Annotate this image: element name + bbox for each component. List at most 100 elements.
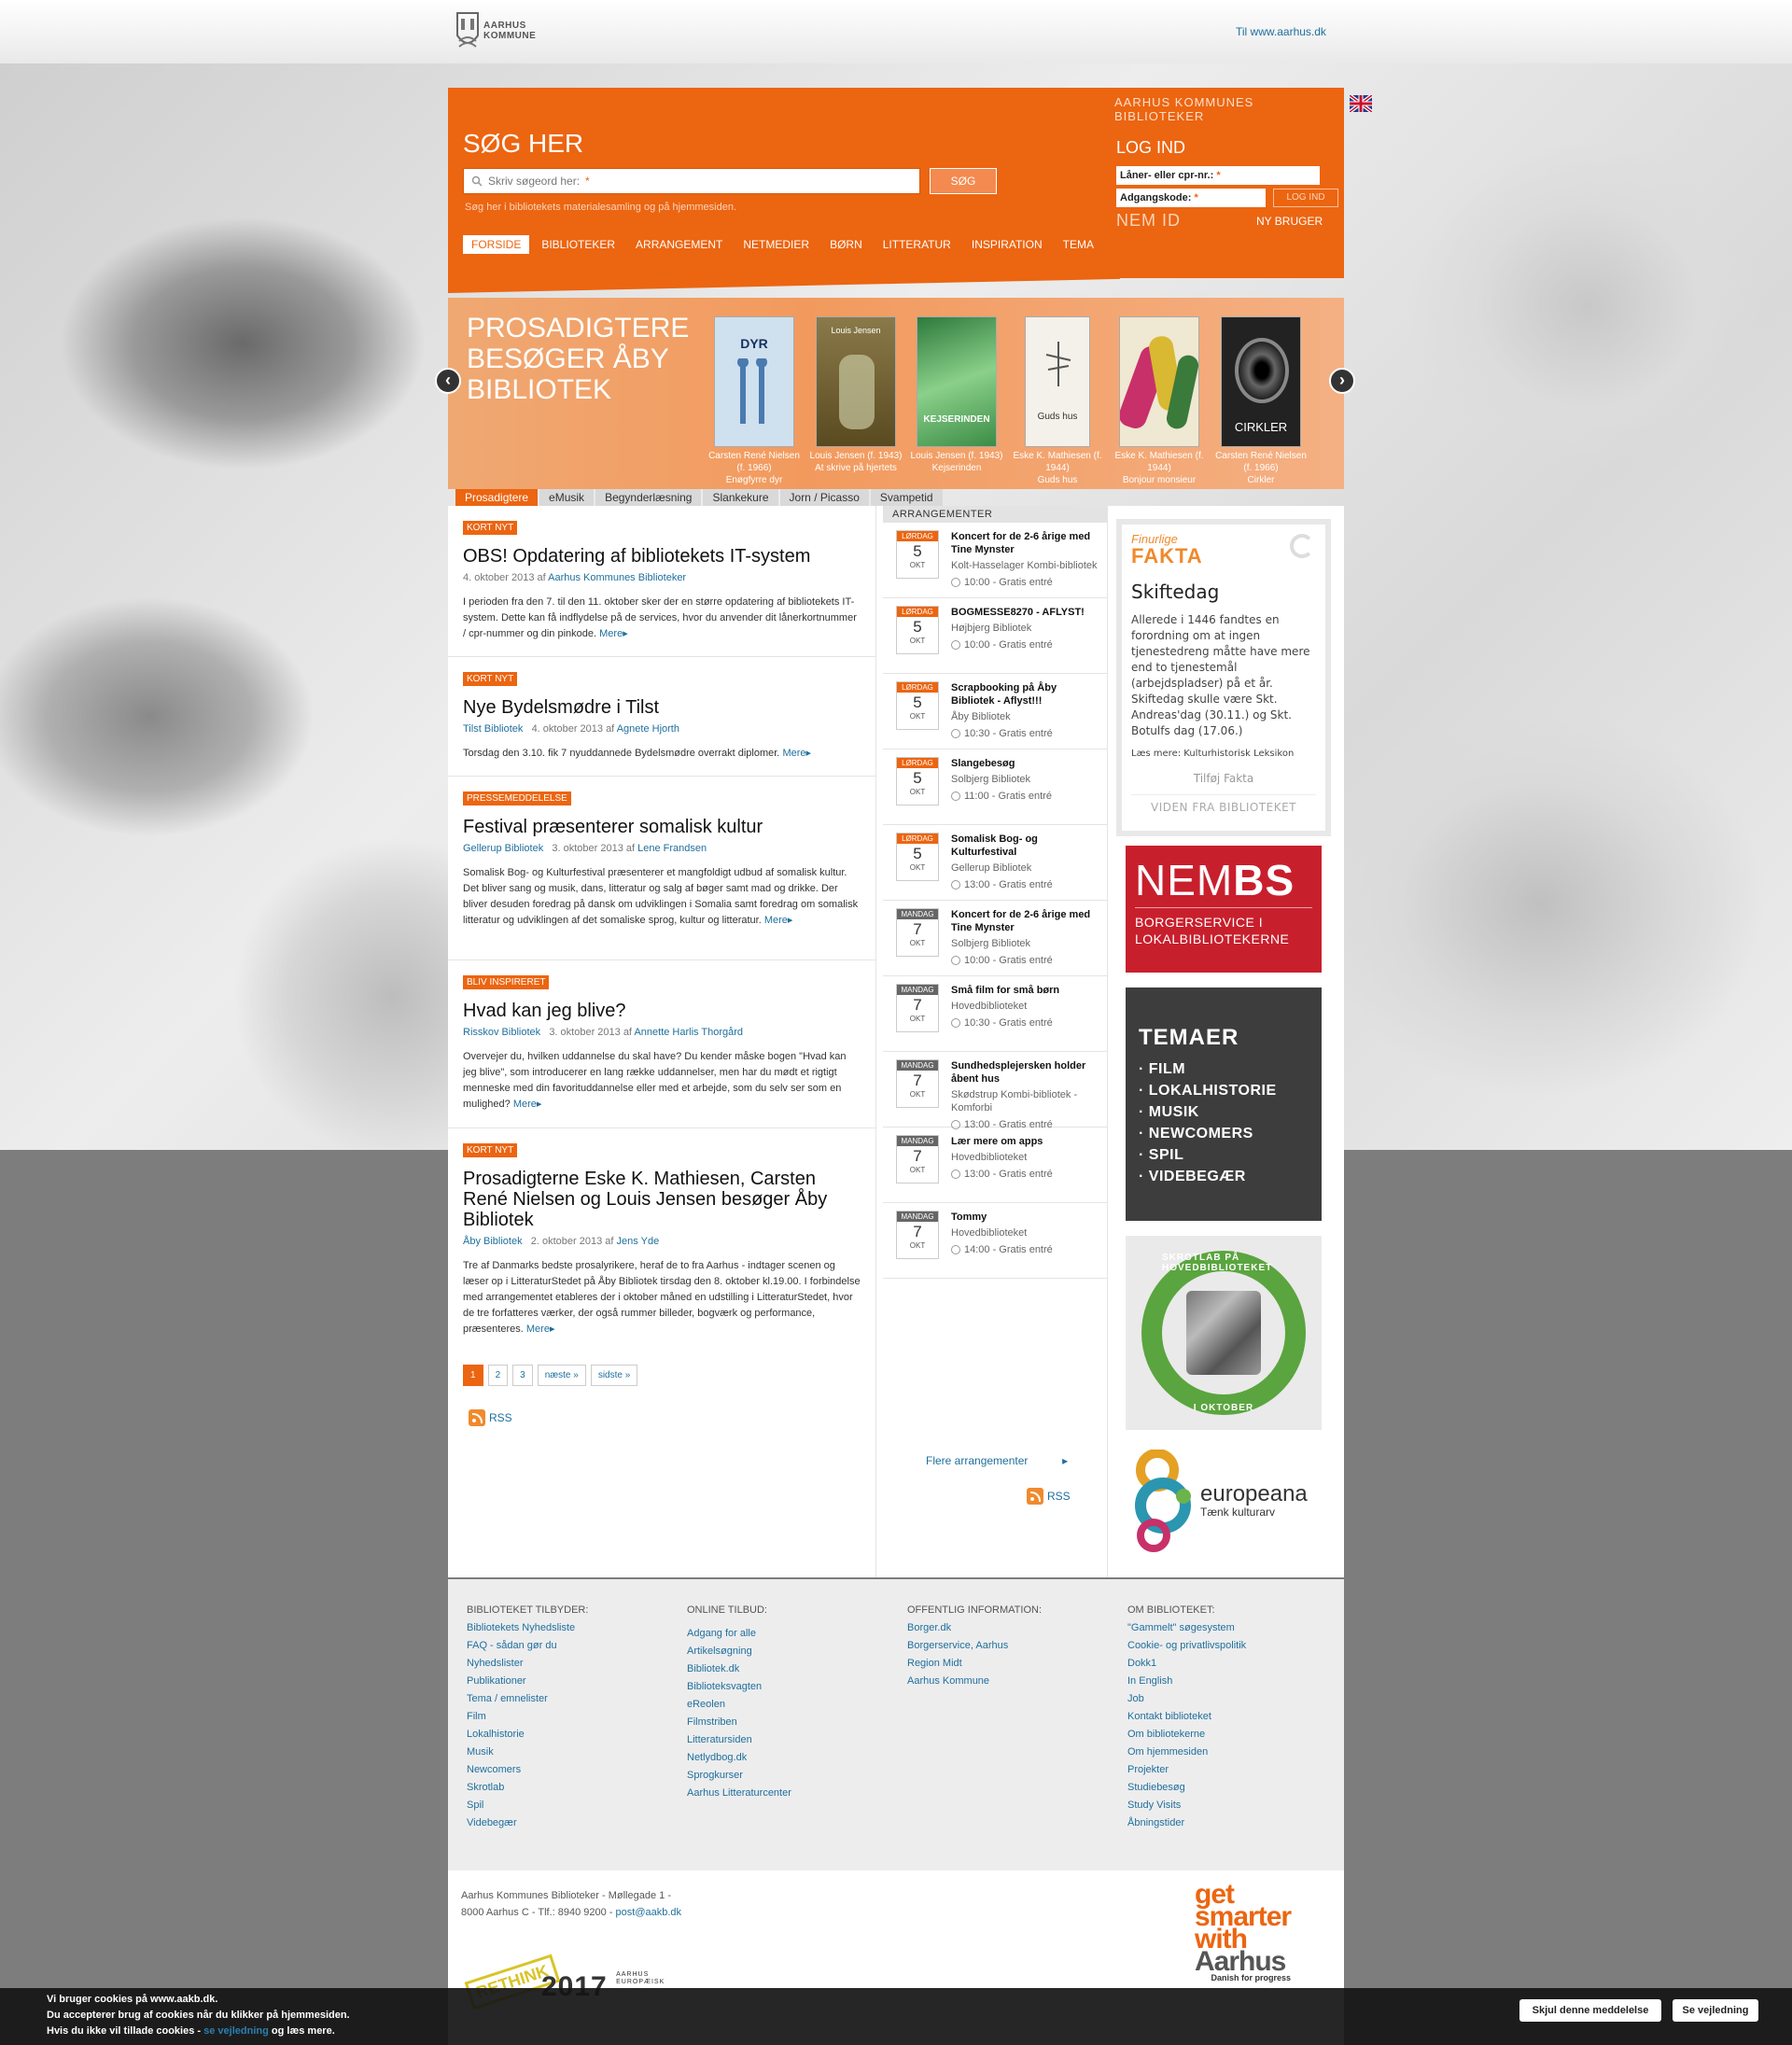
password-field[interactable]: Adgangskode: * — [1116, 189, 1266, 207]
cookie-guide-link[interactable]: se vejledning — [203, 2025, 269, 2037]
footer-link[interactable]: Skrotlab — [467, 1779, 672, 1797]
event-title[interactable]: Koncert for de 2-6 årige med Tine Mynste… — [951, 908, 1100, 934]
news-tag[interactable]: KORT NYT — [463, 521, 518, 535]
footer-link[interactable]: Om hjemmesiden — [1127, 1744, 1333, 1761]
footer-link[interactable]: "Gammelt" søgesystem — [1127, 1619, 1333, 1637]
footer-link[interactable]: Film — [467, 1708, 672, 1726]
more-link[interactable]: Mere — [782, 748, 805, 759]
footer-link[interactable]: Åbningstider — [1127, 1814, 1333, 1832]
user-id-field[interactable]: Låner- eller cpr-nr.: * — [1116, 166, 1320, 185]
footer-link[interactable]: Musik — [467, 1744, 672, 1761]
more-link[interactable]: Mere — [599, 628, 623, 639]
tab-prosadigtere[interactable]: Prosadigtere — [455, 489, 539, 506]
event-item[interactable]: LØRDAG 5 OKT Koncert for de 2-6 årige med T… — [883, 523, 1107, 598]
nav-inspiration[interactable]: INSPIRATION — [963, 235, 1051, 254]
footer-link[interactable]: Om bibliotekerne — [1127, 1726, 1333, 1744]
nembs-banner[interactable]: NEMBS BORGERSERVICE I LOKALBIBLIOTEKERNE — [1126, 846, 1322, 973]
event-title[interactable]: Slangebesøg — [951, 757, 1100, 770]
footer-link[interactable]: Tema / emnelister — [467, 1690, 672, 1708]
footer-link[interactable]: Aarhus Kommune — [907, 1673, 1113, 1690]
europeana-banner[interactable]: europeana Tænk kulturarv — [1126, 1445, 1322, 1557]
more-link[interactable]: Mere — [764, 915, 788, 926]
skrotlab-banner[interactable]: SKROTLAB PÅ HOVEDBIBLIOTEKET I OKTOBER — [1126, 1236, 1322, 1430]
carousel-prev-icon[interactable]: ‹ — [435, 368, 461, 394]
book-item[interactable]: DYR Carsten René Nielsen (f. 1966) Enøgfyr… — [707, 316, 802, 486]
footer-link[interactable]: Litteratursiden — [687, 1731, 892, 1749]
cookie-guide-button[interactable]: Se vejledning — [1673, 1999, 1758, 2022]
fakta-viden-link[interactable]: VIDEN FRA BIBLIOTEKET — [1131, 794, 1316, 814]
footer-link[interactable]: FAQ - sådan gør du — [467, 1637, 672, 1655]
get-smarter-logo[interactable]: get smarter with Aarhus Danish for progr… — [1195, 1881, 1292, 1983]
event-title[interactable]: Tommy — [951, 1211, 1100, 1224]
footer-link[interactable]: Biblioteksvagten — [687, 1678, 892, 1696]
footer-link[interactable]: Dokk1 — [1127, 1655, 1333, 1673]
tab-slankekure[interactable]: Slankekure — [703, 489, 778, 506]
nav-netmedier[interactable]: NETMEDIER — [735, 235, 818, 254]
last-page[interactable]: sidste » — [590, 1365, 638, 1386]
nav-litteratur[interactable]: LITTERATUR — [875, 235, 959, 254]
news-author[interactable]: Jens Yde — [617, 1236, 660, 1247]
news-source[interactable]: Åby Bibliotek — [463, 1236, 523, 1247]
footer-link[interactable]: Nyhedslister — [467, 1655, 672, 1673]
carousel-heading[interactable]: PROSADIGTERE BESØGER ÅBY BIBLIOTEK — [467, 313, 689, 405]
footer-link[interactable]: Region Midt — [907, 1655, 1113, 1673]
news-rss-link[interactable]: RSS — [469, 1409, 512, 1426]
more-link[interactable]: Mere — [526, 1324, 550, 1335]
event-title[interactable]: Lær mere om apps — [951, 1135, 1100, 1148]
footer-link[interactable]: Publikationer — [467, 1673, 672, 1690]
footer-link[interactable]: Aarhus Litteraturcenter — [687, 1785, 892, 1802]
footer-link[interactable]: Sprogkurser — [687, 1767, 892, 1785]
footer-link[interactable]: Borgerservice, Aarhus — [907, 1637, 1113, 1655]
news-author[interactable]: Aarhus Kommunes Biblioteker — [548, 572, 686, 583]
next-page[interactable]: næste » — [537, 1365, 586, 1386]
footer-link[interactable]: Studiebesøg — [1127, 1779, 1333, 1797]
news-source[interactable]: Gellerup Bibliotek — [463, 843, 543, 854]
footer-link[interactable]: Lokalhistorie — [467, 1726, 672, 1744]
events-rss-link[interactable]: RSS — [1027, 1488, 1071, 1505]
event-item[interactable]: LØRDAG 5 OKT Slangebesøg Solbjerg Bibliotek 1… — [883, 749, 1107, 825]
news-tag[interactable]: BLIV INSPIRERET — [463, 975, 550, 989]
event-item[interactable]: MANDAG 7 OKT Tommy Hovedbiblioteket 14:00 - G… — [883, 1203, 1107, 1279]
page-2[interactable]: 2 — [487, 1365, 509, 1386]
footer-link[interactable]: In English — [1127, 1673, 1333, 1690]
tab-begynderlaesning[interactable]: Begynderlæsning — [595, 489, 702, 506]
login-button[interactable]: LOG IND — [1273, 189, 1338, 207]
nemid-link[interactable]: NEM ID — [1116, 211, 1181, 231]
to-aarhus-link[interactable]: Til www.aarhus.dk — [1236, 25, 1326, 38]
news-tag[interactable]: KORT NYT — [463, 672, 518, 686]
search-input[interactable]: Skriv søgeord her: * — [463, 168, 920, 194]
news-title[interactable]: Prosadigterne Eske K. Mathiesen, Carsten… — [463, 1169, 861, 1230]
news-author[interactable]: Agnete Hjorth — [617, 723, 679, 735]
footer-link[interactable]: Projekter — [1127, 1761, 1333, 1779]
news-title[interactable]: Hvad kan jeg blive? — [463, 1001, 861, 1021]
footer-link[interactable]: Cookie- og privatlivspolitik — [1127, 1637, 1333, 1655]
event-title[interactable]: Små film for små børn — [951, 984, 1100, 997]
page-1[interactable]: 1 — [463, 1365, 483, 1386]
event-title[interactable]: BOGMESSE8270 - AFLYST! — [951, 606, 1100, 619]
footer-link[interactable]: Bibliotek.dk — [687, 1660, 892, 1678]
footer-link[interactable]: Netlydbog.dk — [687, 1749, 892, 1767]
news-tag[interactable]: KORT NYT — [463, 1143, 518, 1157]
footer-link[interactable]: Adgang for alle — [687, 1625, 892, 1643]
book-item[interactable]: Louis Jensen Louis Jensen (f. 1943) At skr… — [808, 316, 903, 474]
footer-link[interactable]: Filmstriben — [687, 1714, 892, 1731]
aarhus-kommune-logo[interactable]: AARHUS KOMMUNE — [455, 7, 536, 54]
carousel-next-icon[interactable]: › — [1329, 368, 1355, 394]
tab-svampetid[interactable]: Svampetid — [870, 489, 943, 506]
refresh-icon[interactable] — [1290, 534, 1314, 558]
event-item[interactable]: LØRDAG 5 OKT Scrapbooking på Åby Bibliotek … — [883, 674, 1107, 749]
tab-emusik[interactable]: eMusik — [539, 489, 595, 506]
book-item[interactable]: Eske K. Mathiesen (f. 1944) Bonjour monsi… — [1112, 316, 1207, 486]
event-item[interactable]: MANDAG 7 OKT Sundhedsplejersken holder åben… — [883, 1052, 1107, 1130]
nav-arrangement[interactable]: ARRANGEMENT — [627, 235, 731, 254]
email-link[interactable]: post@aakb.dk — [616, 1907, 682, 1918]
event-item[interactable]: LØRDAG 5 OKT BOGMESSE8270 - AFLYST! Højbjerg… — [883, 598, 1107, 674]
new-user-link[interactable]: NY BRUGER — [1256, 215, 1323, 228]
news-title[interactable]: Nye Bydelsmødre i Tilst — [463, 697, 861, 718]
fakta-read-more[interactable]: Læs mere: Kulturhistorisk Leksikon — [1131, 749, 1316, 759]
event-item[interactable]: MANDAG 7 OKT Små film for små børn Hovedbibl… — [883, 976, 1107, 1052]
news-source[interactable]: Risskov Bibliotek — [463, 1027, 540, 1038]
event-title[interactable]: Koncert for de 2-6 årige med Tine Mynste… — [951, 530, 1100, 556]
nav-born[interactable]: BØRN — [821, 235, 871, 254]
hide-cookie-button[interactable]: Skjul denne meddelelse — [1519, 1999, 1661, 2022]
